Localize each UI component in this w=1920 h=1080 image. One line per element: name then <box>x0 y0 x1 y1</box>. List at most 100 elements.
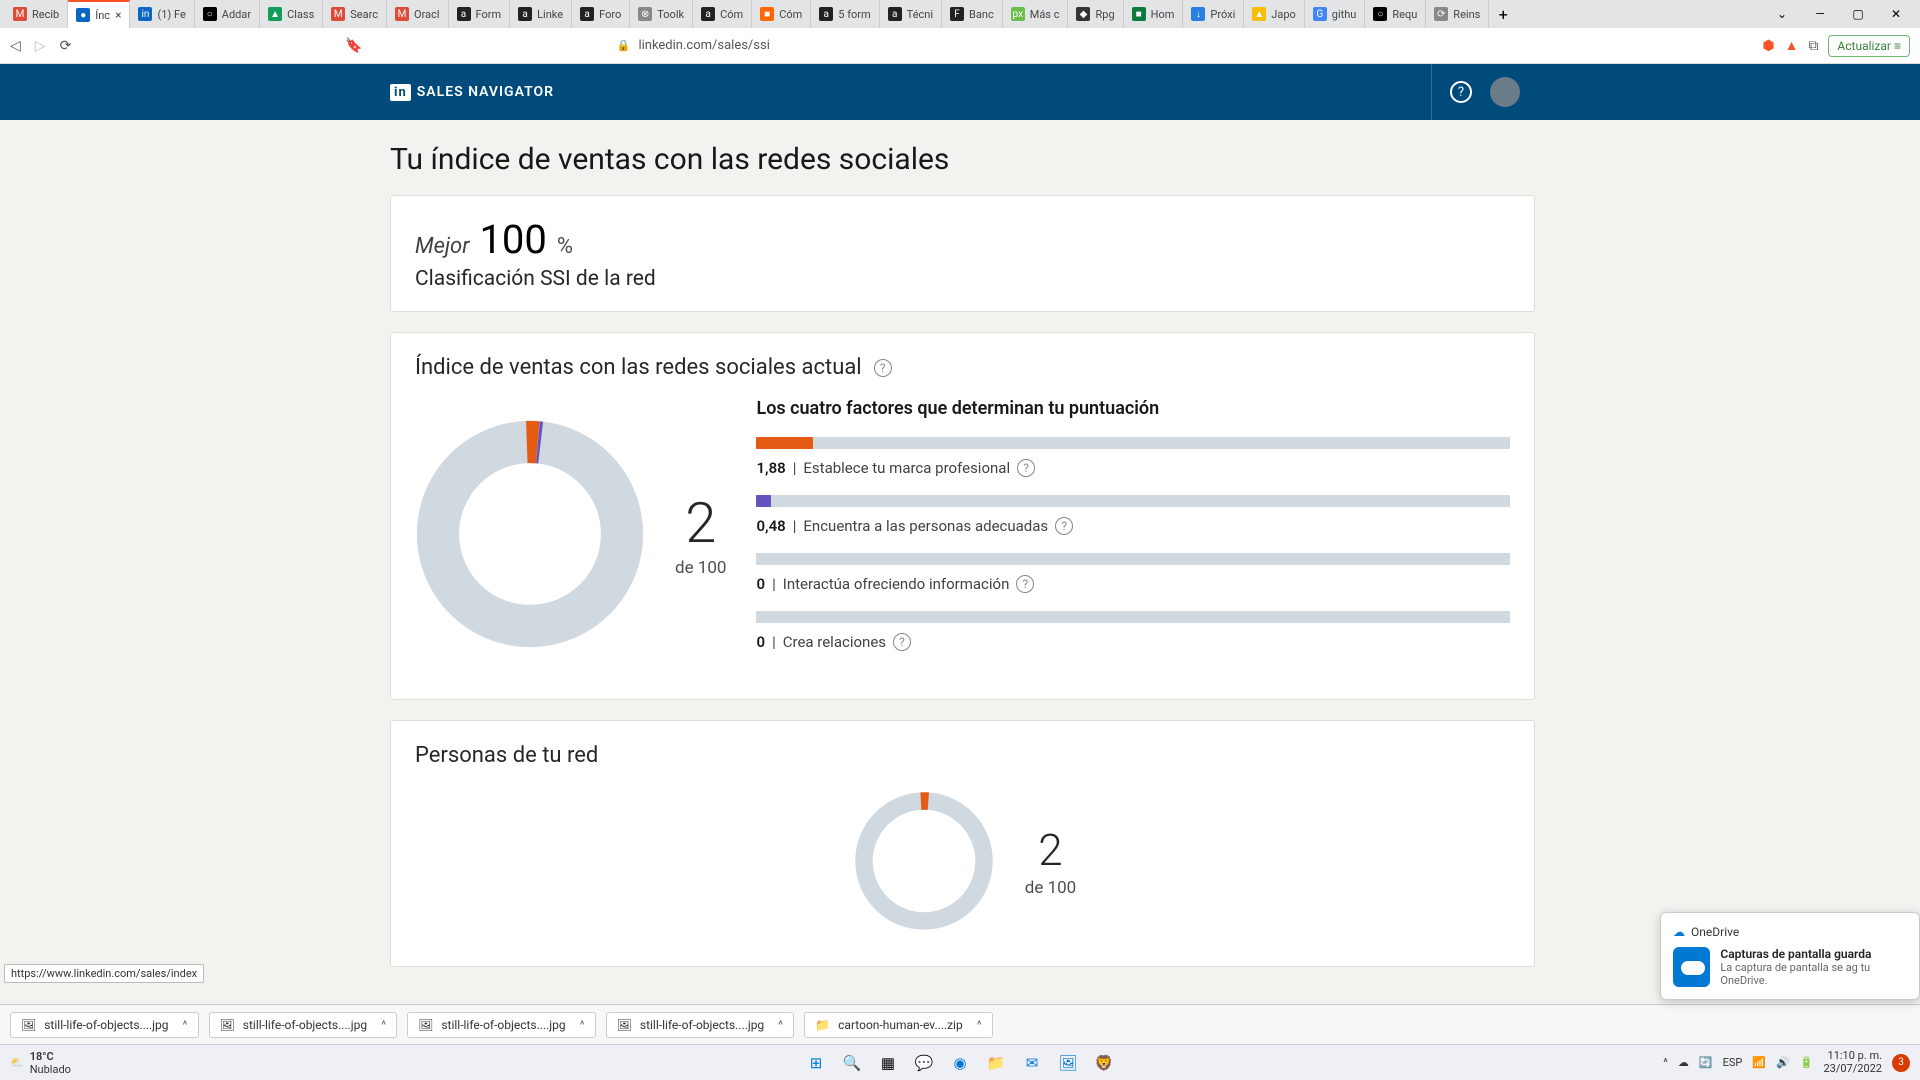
tab-label: Class <box>287 8 314 21</box>
tab-label: (1) Fe <box>157 8 185 21</box>
browser-tab[interactable]: FBanc <box>942 0 1003 28</box>
reader-icon[interactable]: ⧉ <box>1808 38 1818 54</box>
factors-title: Los cuatro factores que determinan tu pu… <box>756 398 1510 419</box>
browser-tab[interactable]: MOracl <box>387 0 449 28</box>
clock[interactable]: 11:10 p. m. 23/07/2022 <box>1823 1050 1882 1074</box>
page-title: Tu índice de ventas con las redes social… <box>390 142 1535 177</box>
browser-tab[interactable]: aForm <box>449 0 511 28</box>
favicon-icon: ○ <box>1373 7 1387 21</box>
file-icon: 🖼 <box>617 1018 632 1032</box>
taskview-icon[interactable]: ▦ <box>875 1050 901 1076</box>
help-icon[interactable]: ? <box>1016 575 1034 593</box>
download-item[interactable]: 📁cartoon-human-ev....zip^ <box>804 1012 993 1038</box>
download-item[interactable]: 🖼still-life-of-objects....jpg^ <box>407 1012 596 1038</box>
wifi-icon[interactable]: 📶 <box>1752 1056 1766 1069</box>
browser-tab[interactable]: aLinke <box>510 0 572 28</box>
browser-tab[interactable]: ▲Japo <box>1244 0 1305 28</box>
forward-button[interactable]: ▷ <box>35 38 46 54</box>
browser-tab[interactable]: ■Hom <box>1124 0 1184 28</box>
close-window-icon[interactable]: ✕ <box>1880 7 1912 21</box>
brave-shield-icon[interactable]: ⬢ <box>1762 38 1774 54</box>
avatar[interactable] <box>1490 77 1520 107</box>
browser-tab[interactable]: ■Cóm <box>752 0 811 28</box>
onedrive-tray-icon[interactable]: ☁ <box>1678 1056 1689 1069</box>
browser-tab[interactable]: ▲Class <box>260 0 323 28</box>
minimize-icon[interactable]: — <box>1804 7 1836 21</box>
weather-icon: ⛅ <box>10 1056 24 1069</box>
favicon-icon: ⟳ <box>1434 7 1448 21</box>
help-icon[interactable]: ? <box>1017 459 1035 477</box>
close-icon[interactable]: × <box>115 8 121 22</box>
sales-navigator-logo[interactable]: in SALES NAVIGATOR <box>390 84 554 101</box>
browser-tab[interactable]: Ggithu <box>1305 0 1366 28</box>
search-icon[interactable]: 🔍 <box>839 1050 865 1076</box>
network-card: Personas de tu red 2 de 100 <box>390 720 1535 967</box>
menu-icon: ≡ <box>1894 39 1901 53</box>
favicon-icon: M <box>395 7 409 21</box>
taskbar: ⛅ 18°C Nublado ⊞ 🔍 ▦ 💬 ◉ 📁 ✉ 🖼 🦁 ^ ☁ 🔄 E… <box>0 1044 1920 1080</box>
status-link: https://www.linkedin.com/sales/index <box>4 964 204 983</box>
browser-tab[interactable]: ◆Rpg <box>1068 0 1123 28</box>
bookmark-icon[interactable]: 🔖 <box>345 38 362 54</box>
download-item[interactable]: 🖼still-life-of-objects....jpg^ <box>10 1012 199 1038</box>
browser-tab[interactable]: ⟳Reins <box>1426 0 1489 28</box>
favicon-icon: ○ <box>203 7 217 21</box>
browser-tab[interactable]: ○Addar <box>195 0 260 28</box>
browser-tab[interactable]: ↓Próxi <box>1183 0 1244 28</box>
browser-tab[interactable]: in(1) Fe <box>130 0 194 28</box>
system-tray[interactable]: ^ ☁ 🔄 ESP 📶 🔊 🔋 11:10 p. m. 23/07/2022 3 <box>1663 1050 1910 1074</box>
chevron-up-icon[interactable]: ^ <box>977 1018 982 1032</box>
help-icon[interactable]: ? <box>1450 81 1472 103</box>
onedrive-toast[interactable]: ☁ OneDrive Capturas de pantalla guarda L… <box>1660 912 1920 1000</box>
mail-icon[interactable]: ✉ <box>1019 1050 1045 1076</box>
browser-tab[interactable]: ●Ínc× <box>68 0 130 28</box>
browser-tab[interactable]: ⊗Toolk <box>630 0 693 28</box>
help-icon[interactable]: ? <box>874 359 892 377</box>
weather-widget[interactable]: ⛅ 18°C Nublado <box>10 1050 71 1076</box>
notification-badge[interactable]: 3 <box>1892 1054 1910 1072</box>
browser-tab[interactable]: a5 form <box>811 0 879 28</box>
tab-label: Requ <box>1392 8 1417 21</box>
factor-label-text: Interactúa ofreciendo información <box>783 575 1010 593</box>
lang-indicator[interactable]: ESP <box>1723 1056 1743 1069</box>
download-item[interactable]: 🖼still-life-of-objects....jpg^ <box>209 1012 398 1038</box>
chevron-up-icon[interactable]: ^ <box>183 1018 188 1032</box>
browser-tab[interactable]: aTécni <box>880 0 942 28</box>
favicon-icon: M <box>13 7 27 21</box>
browser-tab[interactable]: ○ Requ <box>1365 0 1426 28</box>
browser-tab[interactable]: MRecib <box>5 0 68 28</box>
browser-tab[interactable]: pxMás c <box>1003 0 1069 28</box>
url-field[interactable]: 🔒 linkedin.com/sales/ssi <box>617 38 1749 53</box>
start-icon[interactable]: ⊞ <box>803 1050 829 1076</box>
help-icon[interactable]: ? <box>893 633 911 651</box>
sync-tray-icon[interactable]: 🔄 <box>1699 1056 1713 1069</box>
browser-tab[interactable]: aForo <box>572 0 630 28</box>
brave-triangle-icon[interactable]: ▲ <box>1785 37 1799 54</box>
browser-tab[interactable]: aCóm <box>693 0 752 28</box>
photos-icon[interactable]: 🖼 <box>1055 1050 1081 1076</box>
chevron-up-icon[interactable]: ^ <box>778 1018 783 1032</box>
edge-icon[interactable]: ◉ <box>947 1050 973 1076</box>
new-tab-button[interactable]: + <box>1489 0 1517 28</box>
brave-icon[interactable]: 🦁 <box>1091 1050 1117 1076</box>
chevron-up-icon[interactable]: ^ <box>381 1018 386 1032</box>
rank-label: Mejor <box>415 234 469 259</box>
volume-icon[interactable]: 🔊 <box>1776 1056 1790 1069</box>
factor-row: 0,48 | Encuentra a las personas adecuada… <box>756 495 1510 535</box>
browser-tab[interactable]: MSearc <box>323 0 387 28</box>
chat-icon[interactable]: 💬 <box>911 1050 937 1076</box>
help-icon[interactable]: ? <box>1055 517 1073 535</box>
maximize-icon[interactable]: ▢ <box>1842 7 1874 21</box>
update-button[interactable]: Actualizar ≡ <box>1828 35 1910 57</box>
favicon-icon: ■ <box>1132 7 1146 21</box>
chevron-up-icon[interactable]: ^ <box>1663 1056 1668 1069</box>
download-item[interactable]: 🖼still-life-of-objects....jpg^ <box>606 1012 795 1038</box>
explorer-icon[interactable]: 📁 <box>983 1050 1009 1076</box>
battery-icon[interactable]: 🔋 <box>1800 1056 1814 1069</box>
ssi-heading: Índice de ventas con las redes sociales … <box>415 355 1510 380</box>
dropdown-icon[interactable]: ⌄ <box>1766 7 1798 21</box>
reload-button[interactable]: ⟳ <box>60 38 72 54</box>
factor-value: 1,88 <box>756 459 785 477</box>
chevron-up-icon[interactable]: ^ <box>580 1018 585 1032</box>
back-button[interactable]: ◁ <box>10 38 21 54</box>
